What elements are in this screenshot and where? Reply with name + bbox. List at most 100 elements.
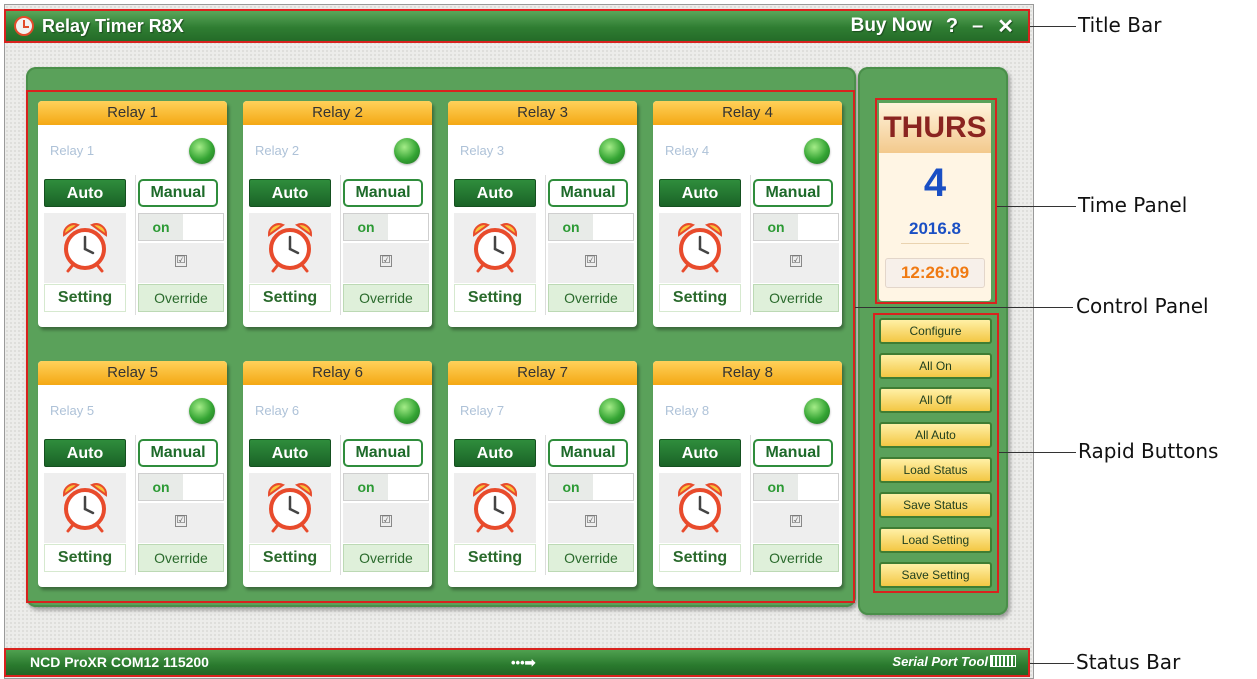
override-checkbox-area: ☑ bbox=[753, 243, 839, 283]
auto-button[interactable]: Auto bbox=[44, 179, 126, 207]
buy-now-button[interactable]: Buy Now bbox=[851, 15, 932, 37]
manual-button[interactable]: Manual bbox=[753, 439, 833, 467]
relay-header: Relay 4 bbox=[653, 101, 842, 125]
toggle-on-label: on bbox=[344, 214, 388, 240]
auto-button[interactable]: Auto bbox=[249, 179, 331, 207]
arrow-icon: •••➡ bbox=[511, 655, 536, 670]
manual-button[interactable]: Manual bbox=[548, 179, 628, 207]
manual-button[interactable]: Manual bbox=[343, 439, 423, 467]
setting-button[interactable]: Setting bbox=[44, 284, 126, 312]
on-off-toggle[interactable]: on bbox=[138, 213, 224, 241]
help-button[interactable]: ? bbox=[946, 15, 958, 38]
auto-button[interactable]: Auto bbox=[44, 439, 126, 467]
schedule-area[interactable] bbox=[659, 473, 741, 543]
alarm-clock-icon bbox=[62, 223, 108, 273]
manual-button[interactable]: Manual bbox=[343, 179, 423, 207]
relay-name-label: Relay 2 bbox=[255, 143, 300, 158]
override-checkbox-area: ☑ bbox=[138, 503, 224, 543]
on-off-toggle[interactable]: on bbox=[343, 473, 429, 501]
on-off-toggle[interactable]: on bbox=[343, 213, 429, 241]
setting-button[interactable]: Setting bbox=[659, 544, 741, 572]
close-button[interactable]: ✕ bbox=[997, 14, 1014, 39]
schedule-area[interactable] bbox=[249, 213, 331, 283]
title-actions: Buy Now ? – ✕ bbox=[851, 14, 1014, 39]
relay-header: Relay 7 bbox=[448, 361, 637, 385]
alarm-clock-icon bbox=[677, 483, 723, 533]
manual-button[interactable]: Manual bbox=[138, 439, 218, 467]
setting-button[interactable]: Setting bbox=[454, 544, 536, 572]
auto-button[interactable]: Auto bbox=[249, 439, 331, 467]
override-checkbox-area: ☑ bbox=[548, 503, 634, 543]
connection-status: NCD ProXR COM12 115200 bbox=[30, 654, 209, 670]
relay-card: Relay 3 Relay 3 Auto Manual Setting on ☑ Overri… bbox=[448, 101, 637, 327]
setting-button[interactable]: Setting bbox=[659, 284, 741, 312]
alarm-clock-icon bbox=[472, 223, 518, 273]
override-checkbox[interactable]: ☑ bbox=[175, 255, 187, 267]
override-button[interactable]: Override bbox=[548, 544, 634, 572]
serial-port-tool-label: Serial Port Tool bbox=[892, 654, 988, 669]
on-off-toggle[interactable]: on bbox=[548, 213, 634, 241]
on-off-toggle[interactable]: on bbox=[548, 473, 634, 501]
override-checkbox[interactable]: ☑ bbox=[380, 515, 392, 527]
relay-name-label: Relay 6 bbox=[255, 403, 300, 418]
status-bar-annotation: Status Bar bbox=[1076, 650, 1181, 674]
schedule-area[interactable] bbox=[454, 213, 536, 283]
override-checkbox[interactable]: ☑ bbox=[790, 515, 802, 527]
schedule-area[interactable] bbox=[454, 473, 536, 543]
override-checkbox[interactable]: ☑ bbox=[585, 515, 597, 527]
rapid-buttons-panel bbox=[873, 313, 999, 593]
serial-port-tool-link[interactable]: Serial Port Tool bbox=[892, 654, 1016, 669]
override-button[interactable]: Override bbox=[343, 544, 429, 572]
rapid-buttons-leader bbox=[999, 452, 1076, 453]
override-button[interactable]: Override bbox=[548, 284, 634, 312]
relay-divider bbox=[135, 435, 136, 575]
schedule-area[interactable] bbox=[249, 473, 331, 543]
schedule-area[interactable] bbox=[44, 213, 126, 283]
minimize-button[interactable]: – bbox=[972, 15, 983, 38]
status-bar-leader bbox=[1030, 663, 1074, 664]
on-off-toggle[interactable]: on bbox=[753, 473, 839, 501]
led-indicator-icon bbox=[804, 138, 830, 164]
override-checkbox[interactable]: ☑ bbox=[175, 515, 187, 527]
override-checkbox[interactable]: ☑ bbox=[585, 255, 597, 267]
auto-button[interactable]: Auto bbox=[659, 439, 741, 467]
relay-header: Relay 3 bbox=[448, 101, 637, 125]
relay-divider bbox=[340, 435, 341, 575]
on-off-toggle[interactable]: on bbox=[138, 473, 224, 501]
relay-header: Relay 6 bbox=[243, 361, 432, 385]
override-checkbox-area: ☑ bbox=[138, 243, 224, 283]
setting-button[interactable]: Setting bbox=[44, 544, 126, 572]
title-bar-leader bbox=[1030, 26, 1076, 27]
setting-button[interactable]: Setting bbox=[249, 284, 331, 312]
alarm-clock-icon bbox=[62, 483, 108, 533]
alarm-clock-icon bbox=[677, 223, 723, 273]
relay-name-label: Relay 4 bbox=[665, 143, 710, 158]
manual-button[interactable]: Manual bbox=[138, 179, 218, 207]
override-checkbox[interactable]: ☑ bbox=[380, 255, 392, 267]
override-button[interactable]: Override bbox=[753, 284, 839, 312]
auto-button[interactable]: Auto bbox=[454, 439, 536, 467]
override-button[interactable]: Override bbox=[753, 544, 839, 572]
manual-button[interactable]: Manual bbox=[548, 439, 628, 467]
relay-card: Relay 5 Relay 5 Auto Manual Setting on ☑ Overri… bbox=[38, 361, 227, 587]
override-button[interactable]: Override bbox=[343, 284, 429, 312]
override-button[interactable]: Override bbox=[138, 544, 224, 572]
schedule-area[interactable] bbox=[44, 473, 126, 543]
toggle-on-label: on bbox=[139, 474, 183, 500]
setting-button[interactable]: Setting bbox=[454, 284, 536, 312]
override-button[interactable]: Override bbox=[138, 284, 224, 312]
led-indicator-icon bbox=[394, 138, 420, 164]
relay-header: Relay 2 bbox=[243, 101, 432, 125]
schedule-area[interactable] bbox=[659, 213, 741, 283]
manual-button[interactable]: Manual bbox=[753, 179, 833, 207]
auto-button[interactable]: Auto bbox=[454, 179, 536, 207]
led-indicator-icon bbox=[394, 398, 420, 424]
override-checkbox-area: ☑ bbox=[548, 243, 634, 283]
auto-button[interactable]: Auto bbox=[659, 179, 741, 207]
toggle-on-label: on bbox=[139, 214, 183, 240]
override-checkbox[interactable]: ☑ bbox=[790, 255, 802, 267]
on-off-toggle[interactable]: on bbox=[753, 213, 839, 241]
relay-card: Relay 1 Relay 1 Auto Manual Setting on ☑ Overri… bbox=[38, 101, 227, 327]
setting-button[interactable]: Setting bbox=[249, 544, 331, 572]
toggle-on-label: on bbox=[549, 214, 593, 240]
